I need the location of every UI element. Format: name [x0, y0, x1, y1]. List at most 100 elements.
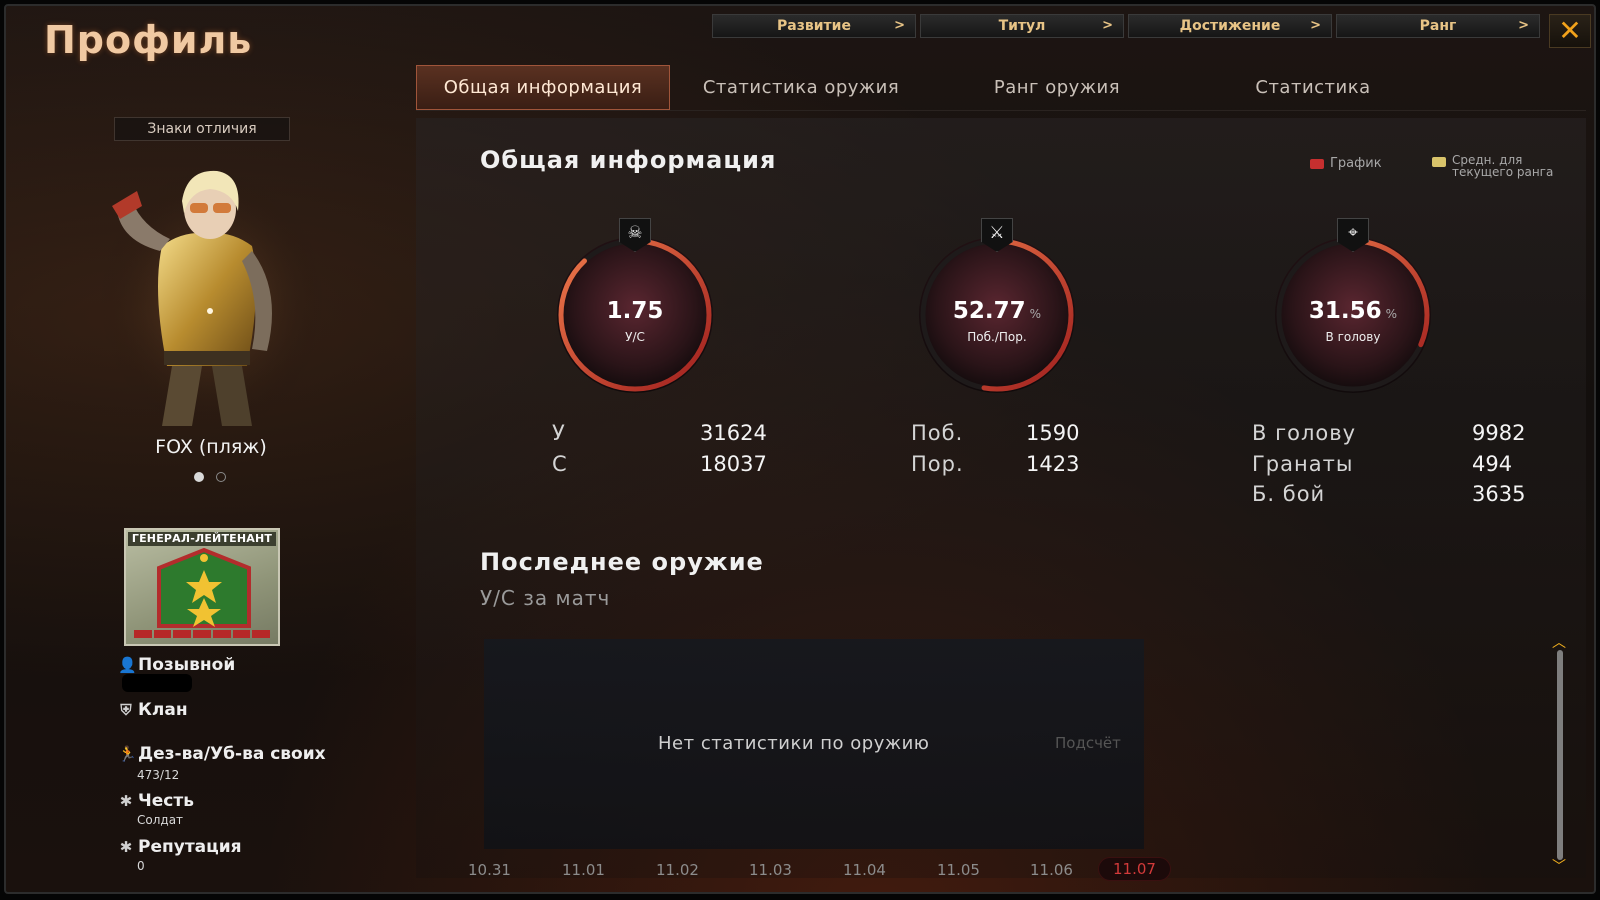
date-tick[interactable]: 11.03 [749, 861, 792, 879]
tab-general-info-label: Общая информация [443, 77, 643, 98]
top-navigation: Развитие > Титул > Достижение > Ранг > [712, 14, 1540, 38]
honor-label: Честь [138, 791, 194, 811]
recent-weapon-subtitle: У/С за матч [480, 586, 611, 610]
user-icon: 👤 [118, 656, 137, 674]
insignia-button[interactable]: Знаки отличия [114, 117, 290, 141]
headshots-label: В голову [1252, 421, 1357, 445]
running-man-icon: 🏃 [118, 745, 137, 763]
reputation-label: Репутация [138, 837, 242, 857]
chevron-right-icon: > [1310, 18, 1321, 33]
tab-bar: Общая информация Статистика оружия Ранг … [416, 65, 1586, 111]
count-label: Подсчёт [1055, 734, 1121, 752]
clan-row: ⛨ Клан [118, 700, 187, 720]
nav-achievement-label: Достижение [1179, 18, 1281, 34]
nav-development-label: Развитие [777, 18, 851, 34]
nav-rank-button[interactable]: Ранг > [1336, 14, 1540, 38]
character-portrait [92, 151, 332, 436]
wins-label: Поб. [911, 421, 964, 445]
pager-dot-active[interactable] [194, 472, 204, 482]
headshot-unit: % [1385, 307, 1398, 321]
pager-dot[interactable] [216, 472, 226, 482]
rank-progress-segment [232, 630, 251, 638]
tab-statistics[interactable]: Статистика [1186, 65, 1440, 110]
scroll-up-icon[interactable]: ︿ [1548, 636, 1570, 650]
date-tick[interactable]: 11.05 [937, 861, 980, 879]
deaths-label: С [552, 452, 568, 476]
rank-progress-segment [212, 630, 231, 638]
winloss-gauge-value: 52.77% [912, 298, 1082, 324]
tab-weapon-rank[interactable]: Ранг оружия [930, 65, 1184, 110]
legend-swatch-average [1432, 157, 1446, 167]
scroll-down-icon[interactable]: ﹀ [1548, 860, 1570, 874]
nav-title-label: Титул [998, 18, 1046, 34]
winloss-value: 52.77 [952, 298, 1026, 324]
rank-progress-bar [134, 630, 271, 638]
kd-gauge: ☠ 1.75 У/С [550, 218, 720, 400]
close-icon: ✕ [1558, 14, 1582, 47]
close-button[interactable]: ✕ [1549, 14, 1591, 48]
legend-average: Средн. для текущего ранга [1432, 154, 1572, 178]
honor-value: Солдат [137, 813, 184, 827]
winloss-unit: % [1029, 307, 1042, 321]
rank-name: ГЕНЕРАЛ-ЛЕЙТЕНАНТ [128, 532, 276, 546]
rank-progress-segment [193, 630, 211, 638]
legend-average-label: Средн. для текущего ранга [1452, 153, 1554, 179]
headshot-gauge-label: В голову [1325, 330, 1381, 344]
rank-progress-segment [153, 630, 172, 638]
legend-chart-label: График [1330, 156, 1382, 171]
nav-rank-label: Ранг [1419, 18, 1457, 34]
headshot-gauge-value: 31.56% [1268, 298, 1438, 324]
callsign-row: 👤 Позывной [118, 655, 235, 675]
reputation-row: ✱ Репутация [118, 837, 242, 857]
rank-progress-segment [252, 630, 271, 638]
reputation-value: 0 [137, 859, 145, 873]
losses-value: 1423 [1026, 452, 1080, 476]
date-tick[interactable]: 11.01 [562, 861, 605, 879]
wins-value: 1590 [1026, 421, 1080, 445]
callsign-value-redacted [122, 674, 192, 692]
legend-chart: График [1310, 156, 1382, 171]
nav-development-button[interactable]: Развитие > [712, 14, 916, 38]
date-tick[interactable]: 11.06 [1030, 861, 1073, 879]
scrollbar[interactable]: ︿ ﹀ [1546, 636, 1572, 874]
grenades-value: 494 [1472, 452, 1513, 476]
tab-general-info[interactable]: Общая информация [416, 65, 670, 110]
kd-value: 1.75 [606, 298, 664, 324]
desertions-row: 🏃 Дез-ва/Уб-ва своих [118, 744, 326, 764]
rank-progress-segment [173, 630, 192, 638]
tab-weapon-stats-label: Статистика оружия [702, 77, 900, 98]
nav-title-button[interactable]: Титул > [920, 14, 1124, 38]
scroll-thumb[interactable] [1557, 650, 1563, 860]
grenades-label: Гранаты [1252, 452, 1354, 476]
nav-achievement-button[interactable]: Достижение > [1128, 14, 1332, 38]
desertions-label: Дез-ва/Уб-ва своих [138, 744, 326, 764]
melee-value: 3635 [1472, 482, 1526, 506]
tab-weapon-stats[interactable]: Статистика оружия [674, 65, 928, 110]
date-tick[interactable]: 11.04 [843, 861, 886, 879]
chevron-right-icon: > [894, 18, 905, 33]
date-tick[interactable]: 10.31 [468, 861, 511, 879]
callsign-label: Позывной [138, 655, 236, 675]
character-pager [194, 472, 226, 482]
reputation-gear-icon: ✱ [119, 838, 133, 856]
kills-value: 31624 [700, 421, 767, 445]
losses-label: Пор. [911, 452, 964, 476]
no-weapon-stats-text: Нет статистики по оружию [658, 733, 930, 754]
date-tick[interactable]: 11.02 [656, 861, 699, 879]
kd-gauge-value: 1.75 [550, 298, 720, 324]
tab-statistics-label: Статистика [1255, 77, 1371, 98]
date-tick-current[interactable]: 11.07 [1098, 857, 1171, 881]
tab-weapon-rank-label: Ранг оружия [993, 77, 1121, 98]
rank-badge: ГЕНЕРАЛ-ЛЕЙТЕНАНТ [124, 528, 280, 646]
chevron-right-icon: > [1102, 18, 1113, 33]
character-name: FOX (пляж) [155, 436, 267, 458]
honor-gear-icon: ✱ [119, 792, 133, 810]
headshot-value: 31.56 [1308, 298, 1382, 324]
kd-gauge-label: У/С [625, 330, 645, 344]
kills-label: У [552, 421, 566, 445]
winloss-gauge: ⚔ 52.77% Поб./Пор. [912, 218, 1082, 400]
winloss-gauge-label: Поб./Пор. [967, 330, 1027, 344]
insignia-button-label: Знаки отличия [147, 121, 257, 137]
rank-insignia-icon [157, 548, 251, 628]
rank-progress-segment [134, 630, 152, 638]
